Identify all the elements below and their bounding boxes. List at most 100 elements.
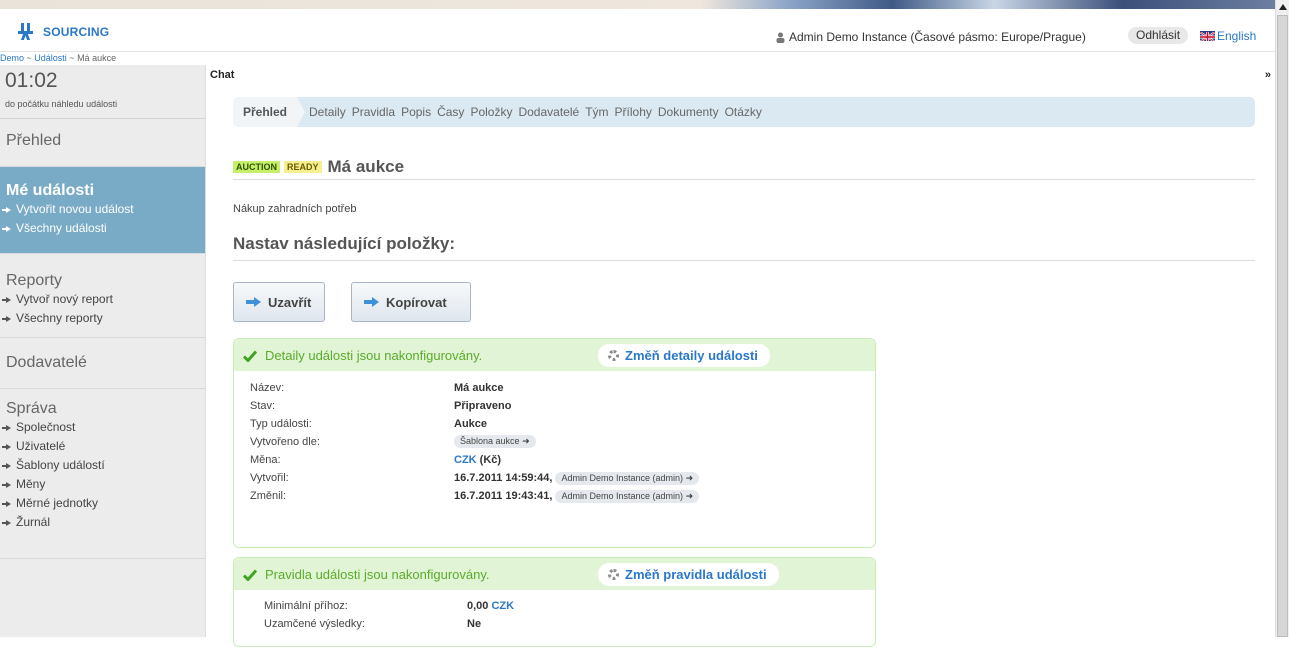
- template-chip[interactable]: Šablona aukce ➜: [454, 435, 536, 448]
- sidebar-my-events: Mé události Vytvořit novou událost Všech…: [0, 167, 205, 254]
- detail-value-state: Připraveno: [454, 400, 512, 412]
- tab-details[interactable]: Detaily: [309, 105, 346, 119]
- user-info-text: Admin Demo Instance (Časové pásmo: Europ…: [789, 30, 1086, 44]
- sidebar-overview[interactable]: Přehled: [0, 119, 205, 167]
- arrow-right-icon: [246, 297, 262, 307]
- arrow-right-icon: [2, 462, 11, 469]
- detail-value-currency: CZK (Kč): [454, 454, 502, 466]
- detail-label-name: Název:: [250, 382, 285, 394]
- uk-flag-icon: [1200, 31, 1215, 41]
- language-switch[interactable]: English: [1200, 29, 1256, 43]
- section-heading: Nastav následující položky:: [233, 234, 1255, 261]
- detail-value-created: 16.7.2011 14:59:44, Admin Demo Instance (…: [454, 472, 700, 485]
- detail-label-type: Typ události:: [250, 418, 312, 430]
- sidebar-suppliers[interactable]: Dodavatelé: [0, 338, 205, 389]
- modifier-chip[interactable]: Admin Demo Instance (admin) ➜: [555, 490, 700, 503]
- tab-attachments[interactable]: Přílohy: [615, 105, 652, 119]
- rule-value-min-bid: 0,00 CZK: [467, 600, 515, 612]
- detail-value-name: Má aukce: [454, 382, 504, 394]
- page-title: Má aukce: [327, 156, 405, 176]
- sidebar-admin-title[interactable]: Správa: [6, 400, 205, 418]
- edit-details-button[interactable]: Změň detaily události: [598, 344, 770, 367]
- tab-documents[interactable]: Dokumenty: [658, 105, 719, 119]
- tab-items[interactable]: Položky: [470, 105, 512, 119]
- rules-panel: Pravidla události jsou nakonfigurovány. …: [233, 557, 876, 647]
- logo-text: SOURCING: [43, 25, 110, 39]
- sidebar-reports-title[interactable]: Reporty: [6, 272, 205, 290]
- rule-label-locked: Uzamčené výsledky:: [264, 618, 365, 630]
- page-scrollbar[interactable]: [1275, 0, 1289, 637]
- arrow-right-icon: [2, 443, 11, 450]
- sidebar-link-all-reports[interactable]: Všechny reporty: [2, 309, 205, 328]
- rule-value-locked: Ne: [467, 618, 482, 630]
- detail-label-template: Vytvořeno dle:: [250, 436, 320, 448]
- detail-label-state: Stav:: [250, 400, 276, 412]
- details-panel-header: Detaily události jsou nakonfigurovány. Z…: [234, 339, 875, 371]
- sidebar-my-events-title[interactable]: Mé události: [6, 182, 205, 200]
- detail-value-template: Šablona aukce ➜: [454, 435, 536, 448]
- scroll-up-icon[interactable]: [1279, 4, 1287, 10]
- breadcrumb-demo[interactable]: Demo: [0, 53, 24, 63]
- logo[interactable]: SOURCING: [18, 23, 109, 41]
- arrow-right-icon: [2, 315, 11, 322]
- breadcrumb-current: Má aukce: [77, 53, 117, 63]
- tab-suppliers[interactable]: Dodavatelé: [518, 105, 579, 119]
- countdown-box: 01:02 do počátku náhledu události: [0, 65, 205, 119]
- chat-toggle-icon[interactable]: »: [1265, 69, 1271, 81]
- close-event-button[interactable]: Uzavřít: [233, 282, 325, 322]
- tab-team[interactable]: Tým: [585, 105, 608, 119]
- arrow-right-icon: [2, 500, 11, 507]
- badge-event-type: AUCTION: [233, 160, 280, 173]
- tab-rules[interactable]: Pravidla: [352, 105, 395, 119]
- tab-times[interactable]: Časy: [437, 105, 464, 119]
- creator-chip[interactable]: Admin Demo Instance (admin) ➜: [555, 472, 700, 485]
- copy-event-button[interactable]: Kopírovat: [351, 282, 471, 322]
- edit-rules-button[interactable]: Změň pravidla události: [598, 563, 779, 586]
- sidebar-link-company[interactable]: Společnost: [2, 418, 205, 437]
- user-icon: [776, 32, 785, 43]
- arrow-right-icon: [364, 297, 380, 307]
- tab-questions[interactable]: Otázky: [725, 105, 762, 119]
- rules-status: Pravidla události jsou nakonfigurovány.: [265, 566, 490, 582]
- countdown-timer: 01:02: [5, 69, 58, 92]
- breadcrumb-events[interactable]: Události: [34, 53, 67, 63]
- sidebar-link-create-event[interactable]: Vytvořit novou událost: [2, 200, 205, 219]
- breadcrumb: Demo ~ Události ~ Má aukce: [0, 53, 117, 63]
- gear-icon: [608, 569, 619, 580]
- detail-label-modified: Změnil:: [250, 490, 287, 502]
- detail-label-created: Vytvořil:: [250, 472, 289, 484]
- chat-bar[interactable]: Chat »: [207, 66, 1275, 86]
- sidebar-reports: Reporty Vytvoř nový report Všechny repor…: [0, 254, 205, 338]
- arrow-right-icon: ➜: [685, 473, 694, 483]
- sidebar-link-users[interactable]: Uživatelé: [2, 437, 205, 456]
- scroll-thumb[interactable]: [1277, 15, 1288, 637]
- tab-overview[interactable]: Přehled: [233, 97, 306, 127]
- event-title-row: AUCTION READY Má aukce: [233, 154, 1255, 180]
- badge-event-state: READY: [284, 160, 322, 173]
- language-label: English: [1217, 29, 1257, 43]
- chat-label: Chat: [210, 69, 235, 81]
- arrow-right-icon: [2, 225, 11, 232]
- sidebar-link-journal[interactable]: Žurnál: [2, 513, 205, 532]
- gear-icon: [608, 350, 619, 361]
- arrow-right-icon: [2, 296, 11, 303]
- sidebar-link-all-events[interactable]: Všechny události: [2, 219, 205, 238]
- sidebar-link-new-report[interactable]: Vytvoř nový report: [2, 290, 205, 309]
- checkmark-icon: [242, 568, 259, 582]
- arrow-right-icon: ➜: [685, 491, 694, 501]
- tab-description[interactable]: Popis: [401, 105, 431, 119]
- arrow-right-icon: ➜: [522, 436, 530, 446]
- arrow-right-icon: [2, 424, 11, 431]
- currency-link[interactable]: CZK: [491, 600, 514, 612]
- rules-panel-header: Pravidla události jsou nakonfigurovány. …: [234, 558, 875, 590]
- checkmark-icon: [242, 349, 259, 363]
- sidebar-link-templates[interactable]: Šablony událostí: [2, 456, 205, 475]
- detail-value-type: Aukce: [454, 418, 488, 430]
- event-tabs: Přehled Detaily Pravidla Popis Časy Polo…: [233, 97, 1255, 127]
- sidebar-link-units[interactable]: Měrné jednotky: [2, 494, 205, 513]
- sidebar-link-currencies[interactable]: Měny: [2, 475, 205, 494]
- logout-button[interactable]: Odhlásit: [1128, 27, 1189, 44]
- header-decoration: [0, 0, 1275, 9]
- currency-link[interactable]: CZK: [454, 454, 477, 466]
- detail-label-currency: Měna:: [250, 454, 281, 466]
